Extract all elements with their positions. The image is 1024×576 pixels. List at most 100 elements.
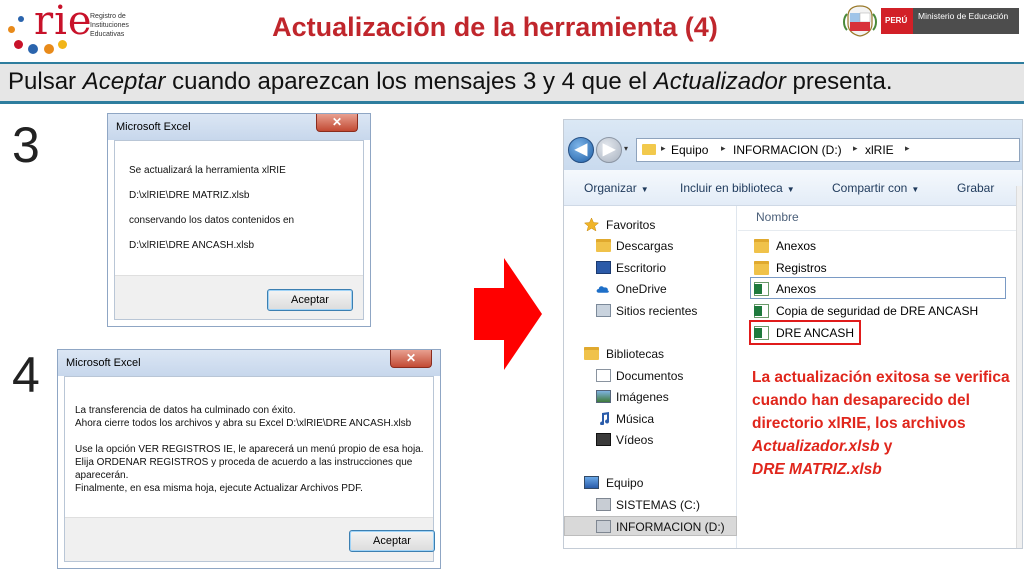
dialog-message-line: Finalmente, en esa misma hoja, ejecute A… [75,483,363,494]
back-arrow-icon[interactable]: ◀ [568,137,594,163]
scrollbar[interactable] [1016,186,1022,548]
accept-button[interactable]: Aceptar [349,530,435,552]
close-icon[interactable]: ✕ [390,350,432,368]
nav-item-sitios-recientes[interactable]: Sitios recientes [564,301,737,321]
note-text: La actualización exitosa se verifica cua… [752,369,1010,432]
cloud-icon [596,286,609,293]
nav-label: Sitios recientes [616,304,698,318]
videos-icon [596,433,611,446]
dialog-titlebar: Microsoft Excel ✕ [58,350,440,376]
share-with-menu[interactable]: Compartir con ▼ [832,181,919,195]
drive-c-icon [596,498,611,511]
step-number-4: 4 [12,347,40,403]
dialog-body: Se actualizará la herramienta xlRIE D:\x… [114,140,364,320]
file-list-pane: Nombre Anexos Registros Anexos Copia de … [738,206,1022,548]
computer-icon [584,476,599,489]
burn-button[interactable]: Grabar [957,181,994,195]
nav-item-videos[interactable]: Vídeos [564,430,737,450]
nav-item-documentos[interactable]: Documentos [564,366,737,386]
recent-places-icon [596,304,611,317]
breadcrumb-separator[interactable]: ▸ [853,143,858,154]
file-name: DRE ANCASH [776,326,855,340]
instruction-part: presenta. [785,68,893,95]
column-header-nombre[interactable]: Nombre [756,210,799,224]
history-dropdown-icon[interactable]: ▾ [624,144,628,153]
instruction-text: Pulsar Aceptar cuando aparezcan los mens… [8,68,893,96]
close-icon[interactable]: ✕ [316,114,358,132]
dialog-message-line: D:\xlRIE\DRE MATRIZ.xlsb [129,190,250,201]
organize-menu[interactable]: Organizar ▼ [584,181,649,195]
dialog-message-line: Elija ORDENAR REGISTROS y proceda de acu… [75,457,413,468]
address-input[interactable]: ▸ Equipo ▸ INFORMACION (D:) ▸ xlRIE ▸ [636,138,1020,162]
explorer-window: ◀ ▶ ▾ ▸ Equipo ▸ INFORMACION (D:) ▸ xlRI… [564,120,1022,548]
nav-item-onedrive[interactable]: OneDrive [564,279,737,299]
nav-label: Vídeos [616,433,654,447]
accept-button[interactable]: Aceptar [267,289,353,311]
documents-icon [596,369,611,382]
nav-label: Imágenes [616,390,669,404]
breadcrumb-equipo[interactable]: Equipo [671,143,708,157]
include-in-library-menu[interactable]: Incluir en biblioteca ▼ [680,181,795,195]
dialog-message-line: Ahora cierre todos los archivos y abra s… [75,418,412,429]
include-library-label: Incluir en biblioteca [680,181,783,195]
nav-label: Escritorio [616,261,667,275]
nav-item-imagenes[interactable]: Imágenes [564,387,737,407]
breadcrumb-separator[interactable]: ▸ [661,143,666,154]
file-name: Anexos [776,282,817,296]
chevron-down-icon: ▼ [640,185,649,194]
nav-item-bibliotecas[interactable]: Bibliotecas [564,344,737,364]
address-bar: ◀ ▶ ▾ ▸ Equipo ▸ INFORMACION (D:) ▸ xlRI… [564,120,1022,170]
share-label: Compartir con [832,181,908,195]
nav-label: SISTEMAS (C:) [616,498,701,512]
verification-note: La actualización exitosa se verifica cua… [752,366,1012,481]
instruction-bar: Pulsar Aceptar cuando aparezcan los mens… [0,62,1024,104]
nav-label: INFORMACION (D:) [616,520,725,534]
step-number-3: 3 [12,117,40,173]
drive-d-icon [596,520,611,533]
excel-file-icon [754,282,769,296]
instruction-part: Pulsar [8,68,83,95]
dialog-message-line: Se actualizará la herramienta xlRIE [129,165,286,176]
note-file-dre-matriz: DRE MATRIZ.xlsb [752,461,882,478]
folder-icon [642,144,656,155]
nav-item-favoritos[interactable]: Favoritos [564,215,737,235]
nav-item-descargas[interactable]: Descargas [564,236,737,256]
chevron-down-icon: ▼ [911,185,920,194]
note-conjunction: y [879,438,893,455]
breadcrumb-separator[interactable]: ▸ [905,143,910,154]
instruction-emphasis-actualizador: Actualizador [653,68,786,95]
dialog-title: Microsoft Excel [116,121,191,133]
logo-subtitle: Registro de Instituciones Educativas [90,13,129,38]
dialog-message-line: D:\xlRIE\DRE ANCASH.xlsb [129,240,255,251]
folder-icon [754,261,769,275]
libraries-icon [584,347,599,360]
dialog-message-line: Use la opción VER REGISTROS IE, le apare… [75,444,424,455]
dialog-titlebar: Microsoft Excel ✕ [108,114,370,140]
breadcrumb-xlrie[interactable]: xlRIE [865,143,894,157]
desktop-icon [596,261,611,274]
logo-text: rie [34,0,93,44]
nav-item-equipo[interactable]: Equipo [564,473,737,493]
breadcrumb-drive-d[interactable]: INFORMACION (D:) [733,143,842,157]
navigation-pane: Favoritos Descargas Escritorio OneDrive … [564,206,737,548]
organize-label: Organizar [584,181,637,195]
column-divider [738,230,1022,231]
instruction-part: cuando aparezcan los mensajes 3 y 4 que … [165,68,654,95]
nav-item-escritorio[interactable]: Escritorio [564,258,737,278]
dialog-footer: Aceptar [115,275,363,319]
ministry-name: Ministerio de Educación [913,8,1019,34]
nav-label: Bibliotecas [606,347,665,361]
dialog-title: Microsoft Excel [66,357,141,369]
music-icon [600,412,610,425]
nav-label: Descargas [616,239,674,253]
forward-arrow-icon[interactable]: ▶ [596,137,622,163]
nav-item-informacion-d[interactable]: INFORMACION (D:) [564,516,737,536]
breadcrumb-separator[interactable]: ▸ [721,143,726,154]
ministry-logo: PERÚ Ministerio de Educación [843,4,1021,38]
page-title: Actualización de la herramienta (4) [272,12,718,42]
dialog-message-line: conservando los datos contenidos en [129,215,295,226]
nav-item-musica[interactable]: Música [564,409,737,429]
nav-item-sistemas-c[interactable]: SISTEMAS (C:) [564,495,737,515]
nav-label: Equipo [606,476,644,490]
rie-logo: rie Registro de Instituciones Educativas [6,0,129,60]
